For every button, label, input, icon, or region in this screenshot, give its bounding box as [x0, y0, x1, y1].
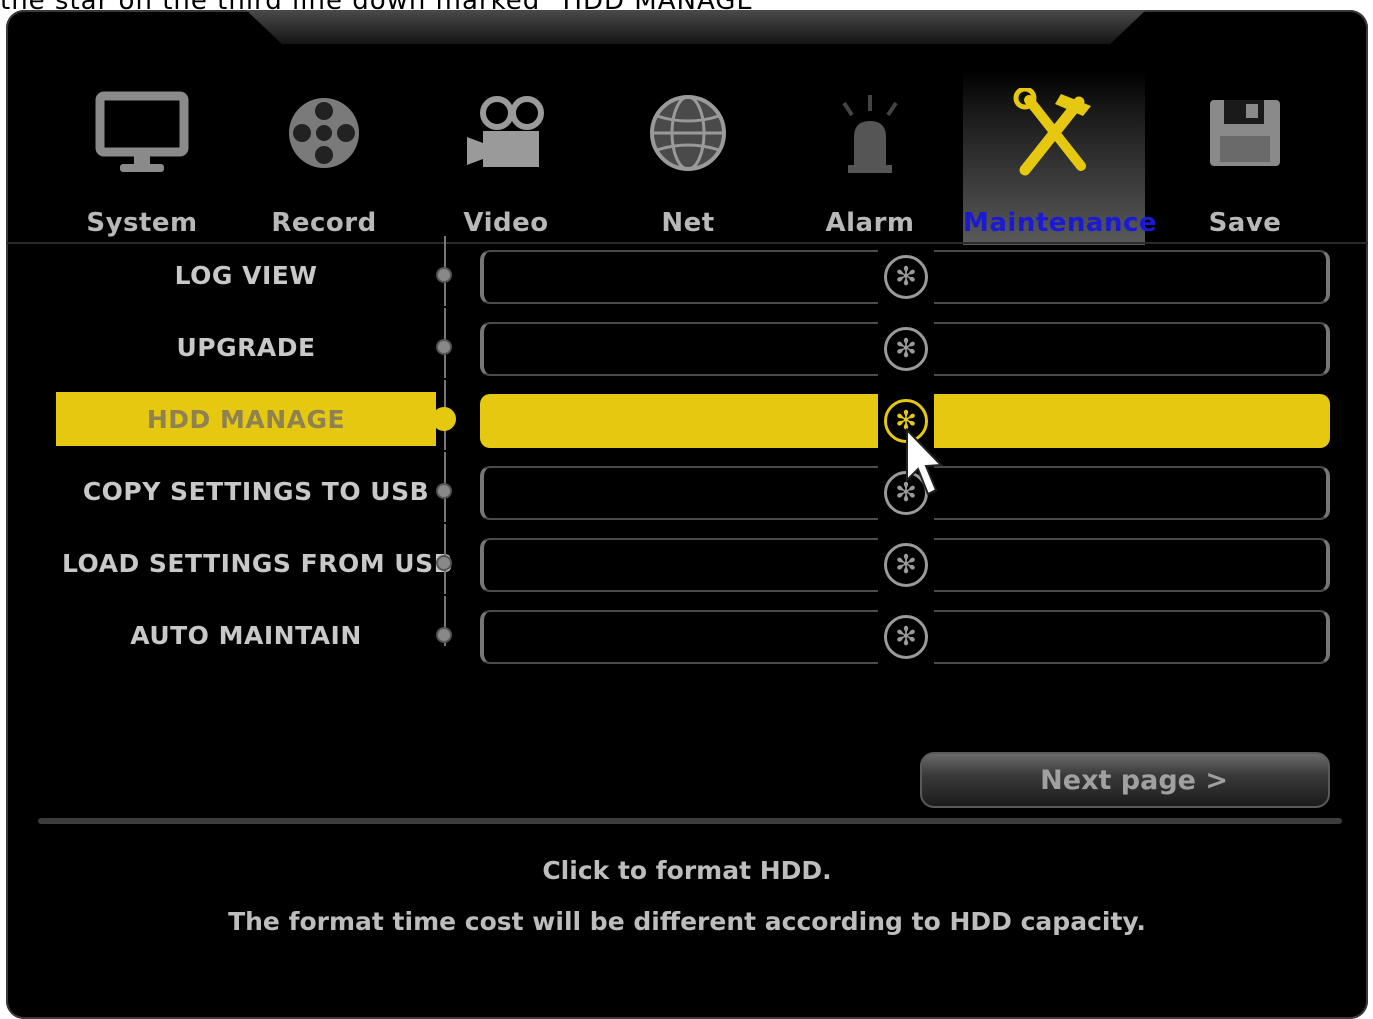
- tab-save-label: Save: [1208, 208, 1282, 238]
- tab-system[interactable]: System: [51, 70, 233, 245]
- row-bar-right[interactable]: [934, 250, 1330, 304]
- tab-video[interactable]: Video: [415, 70, 597, 245]
- row-bar-left[interactable]: [480, 466, 878, 520]
- tab-separator: [6, 242, 1368, 244]
- row-bar-left[interactable]: [480, 394, 878, 448]
- row-bar-right[interactable]: [934, 394, 1330, 448]
- row-bar-right[interactable]: [934, 466, 1330, 520]
- load-settings-star-button[interactable]: ✻: [878, 539, 934, 591]
- menu-row-upgrade[interactable]: UPGRADE ✻: [6, 308, 1368, 380]
- tab-net-label: Net: [661, 208, 715, 238]
- tab-save[interactable]: Save: [1154, 70, 1336, 245]
- row-label-load-settings: LOAD SETTINGS FROM USB: [62, 548, 454, 578]
- menu-row-copy-settings-to-usb[interactable]: COPY SETTINGS TO USB ✻: [6, 452, 1368, 524]
- asterisk-icon: ✻: [884, 255, 928, 299]
- row-bar-left[interactable]: [480, 538, 878, 592]
- row-label-log-view: LOG VIEW: [174, 260, 318, 290]
- video-camera-icon: [451, 78, 561, 188]
- main-tab-bar: System Record Video Net Alarm Maintenanc…: [46, 70, 1346, 245]
- title-bar-lip: [246, 10, 1146, 44]
- next-page-button[interactable]: Next page >: [920, 752, 1330, 808]
- row-label-copy-settings: COPY SETTINGS TO USB: [82, 476, 430, 506]
- help-divider: [38, 818, 1342, 824]
- menu-row-hdd-manage[interactable]: HDD MANAGE ✻: [6, 380, 1368, 452]
- tab-alarm[interactable]: Alarm: [779, 70, 961, 245]
- row-bar-left[interactable]: [480, 322, 878, 376]
- help-text-line-1: Click to format HDD.: [542, 856, 832, 885]
- row-knob: [436, 339, 452, 355]
- maintenance-window: System Record Video Net Alarm Maintenanc…: [6, 10, 1368, 1019]
- auto-maintain-star-button[interactable]: ✻: [878, 611, 934, 663]
- row-knob: [436, 555, 452, 571]
- asterisk-icon: ✻: [884, 543, 928, 587]
- upgrade-star-button[interactable]: ✻: [878, 323, 934, 375]
- log-view-star-button[interactable]: ✻: [878, 251, 934, 303]
- row-knob: [436, 627, 452, 643]
- globe-icon: [633, 78, 743, 188]
- row-bar-left[interactable]: [480, 610, 878, 664]
- tab-record[interactable]: Record: [233, 70, 415, 245]
- tab-maintenance[interactable]: Maintenance: [963, 70, 1158, 245]
- asterisk-icon: ✻: [884, 615, 928, 659]
- monitor-icon: [87, 78, 197, 188]
- row-knob: [432, 407, 456, 431]
- tab-alarm-label: Alarm: [825, 208, 915, 238]
- row-label-upgrade: UPGRADE: [176, 332, 316, 362]
- row-knob: [436, 267, 452, 283]
- row-bar-right[interactable]: [934, 610, 1330, 664]
- row-knob: [436, 483, 452, 499]
- siren-icon: [815, 78, 925, 188]
- row-bar-left[interactable]: [480, 250, 878, 304]
- row-label-auto-maintain: AUTO MAINTAIN: [130, 620, 362, 650]
- row-label-hdd-manage: HDD MANAGE: [56, 392, 436, 446]
- menu-row-log-view[interactable]: LOG VIEW ✻: [6, 236, 1368, 308]
- tab-record-label: Record: [271, 208, 377, 238]
- menu-row-auto-maintain[interactable]: AUTO MAINTAIN ✻: [6, 596, 1368, 668]
- caption-text: the star on the third line down marked "…: [0, 0, 767, 16]
- tab-video-label: Video: [463, 208, 549, 238]
- floppy-disk-icon: [1190, 78, 1300, 188]
- mouse-cursor-icon: [906, 428, 944, 496]
- asterisk-icon: ✻: [884, 327, 928, 371]
- tab-system-label: System: [86, 208, 198, 238]
- menu-row-load-settings-from-usb[interactable]: LOAD SETTINGS FROM USB ✻: [6, 524, 1368, 596]
- help-text-line-2: The format time cost will be different a…: [228, 907, 1146, 936]
- row-bar-right[interactable]: [934, 538, 1330, 592]
- tab-net[interactable]: Net: [597, 70, 779, 245]
- tools-icon: [999, 78, 1109, 188]
- film-reel-icon: [269, 78, 379, 188]
- tab-maintenance-label: Maintenance: [963, 208, 1158, 238]
- row-bar-right[interactable]: [934, 322, 1330, 376]
